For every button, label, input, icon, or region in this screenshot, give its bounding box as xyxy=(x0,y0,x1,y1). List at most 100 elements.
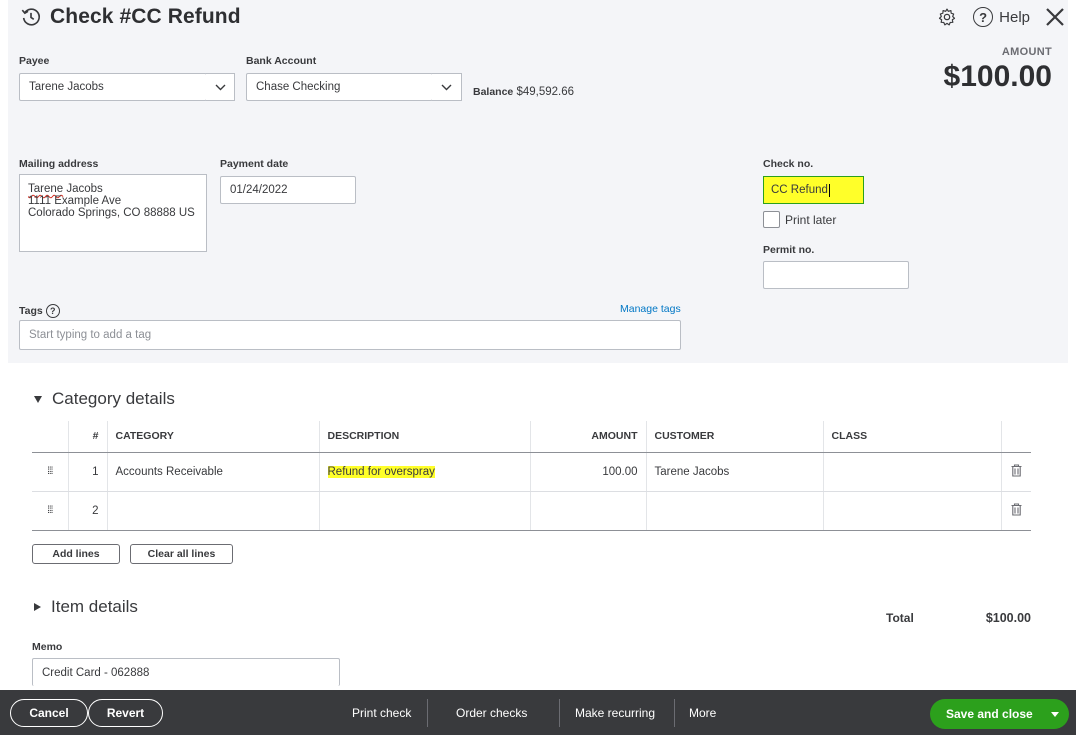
row-customer[interactable] xyxy=(646,491,824,531)
permit-no-label: Permit no. xyxy=(763,244,815,256)
permit-no-input[interactable] xyxy=(763,261,909,289)
col-category: CATEGORY xyxy=(107,421,320,453)
top-toolbar: ? Help xyxy=(937,4,1066,30)
row-amount[interactable]: 100.00 xyxy=(530,452,647,492)
address-line3: Colorado Springs, CO 88888 US xyxy=(28,207,195,219)
row-description-cell[interactable]: Refund for overspray xyxy=(319,452,531,492)
bank-account-label: Bank Account xyxy=(246,55,317,67)
add-lines-button[interactable]: Add lines xyxy=(32,544,120,564)
revert-button[interactable]: Revert xyxy=(88,699,163,727)
footer-bar: Cancel Revert Print check Order checks M… xyxy=(0,690,1076,735)
table-header-row: # CATEGORY DESCRIPTION AMOUNT CUSTOMER C… xyxy=(32,421,1031,453)
total-label: Total xyxy=(886,611,914,625)
memo-label: Memo xyxy=(32,641,63,653)
manage-tags-link[interactable]: Manage tags xyxy=(620,303,681,315)
row-number: 1 xyxy=(68,452,108,492)
drag-handle-icon[interactable]: ⁞⁞⁞ xyxy=(32,491,69,531)
total-value: $100.00 xyxy=(985,611,1031,625)
chevron-down-icon xyxy=(215,84,225,90)
delete-row-button[interactable] xyxy=(1001,452,1031,492)
col-description: DESCRIPTION xyxy=(319,421,531,453)
table-row[interactable]: ⁞⁞⁞ 2 xyxy=(32,491,1031,531)
help-label: Help xyxy=(999,8,1030,26)
mailing-address-label: Mailing address xyxy=(19,158,99,170)
payment-date-input[interactable]: 01/24/2022 xyxy=(220,176,356,204)
trash-icon xyxy=(1011,502,1022,516)
gear-icon[interactable] xyxy=(937,7,957,27)
category-table: # CATEGORY DESCRIPTION AMOUNT CUSTOMER C… xyxy=(32,421,1031,531)
table-row[interactable]: ⁞⁞⁞ 1 Accounts Receivable Refund for ove… xyxy=(32,452,1031,492)
chevron-down-icon[interactable] xyxy=(1051,711,1059,717)
delete-row-button[interactable] xyxy=(1001,491,1031,531)
make-recurring-link[interactable]: Make recurring xyxy=(575,690,655,735)
history-icon[interactable] xyxy=(20,6,42,28)
more-link[interactable]: More xyxy=(689,690,716,735)
col-customer: CUSTOMER xyxy=(646,421,824,453)
text-caret xyxy=(828,183,830,197)
help-icon: ? xyxy=(973,7,994,27)
bank-balance: Balance $49,592.66 xyxy=(473,86,574,98)
tags-label-row: Tags? xyxy=(19,304,60,318)
address-line2: 1111 Example Ave xyxy=(28,195,122,207)
print-later-checkbox[interactable] xyxy=(763,211,780,228)
close-icon[interactable] xyxy=(1044,6,1066,28)
row-class[interactable] xyxy=(823,452,1002,492)
row-class[interactable] xyxy=(823,491,1002,531)
payment-date-label: Payment date xyxy=(220,158,289,170)
balance-value: $49,592.66 xyxy=(516,86,575,98)
triangle-down-icon xyxy=(34,395,42,403)
payee-input[interactable]: Tarene Jacobs xyxy=(19,73,207,101)
footer-divider xyxy=(559,699,560,727)
amount-value: $100.00 xyxy=(943,60,1052,93)
row-description: Refund for overspray xyxy=(327,465,435,478)
item-details-title: Item details xyxy=(51,597,138,616)
clear-all-lines-button[interactable]: Clear all lines xyxy=(130,544,233,564)
tags-label: Tags xyxy=(19,304,43,317)
row-description[interactable] xyxy=(319,491,531,531)
payee-dropdown-button[interactable] xyxy=(206,73,235,101)
payee-label: Payee xyxy=(19,55,50,67)
bank-account-dropdown-button[interactable] xyxy=(432,73,462,101)
help-icon[interactable]: ? xyxy=(45,304,60,318)
bank-account-input[interactable]: Chase Checking xyxy=(246,73,433,101)
check-no-input[interactable]: CC Refund xyxy=(763,176,864,204)
col-class: CLASS xyxy=(823,421,1002,453)
help-button[interactable]: ? Help xyxy=(973,7,1030,27)
row-category[interactable]: Accounts Receivable xyxy=(107,452,320,492)
print-later-row[interactable]: Print later xyxy=(763,211,836,228)
save-and-close-label: Save and close xyxy=(946,707,1033,721)
cancel-button[interactable]: Cancel xyxy=(10,699,88,727)
chevron-down-icon xyxy=(441,84,452,90)
col-amount: AMOUNT xyxy=(530,421,647,453)
row-amount[interactable] xyxy=(530,491,647,531)
page-title: Check #CC Refund xyxy=(50,5,241,28)
title-row: Check #CC Refund xyxy=(20,2,241,32)
address-name-first: Tarene xyxy=(28,183,64,195)
save-and-close-button[interactable]: Save and close xyxy=(930,699,1069,729)
footer-divider xyxy=(427,699,428,727)
balance-label: Balance xyxy=(473,86,514,98)
item-details-toggle[interactable]: Item details xyxy=(34,597,138,617)
col-number: # xyxy=(68,421,108,453)
row-category[interactable] xyxy=(107,491,320,531)
row-number: 2 xyxy=(68,491,108,531)
check-no-value: CC Refund xyxy=(771,184,828,196)
category-details-title: Category details xyxy=(52,389,175,408)
print-check-link[interactable]: Print check xyxy=(352,690,411,735)
footer-divider xyxy=(674,699,675,727)
col-drag xyxy=(32,421,69,453)
memo-input[interactable]: Credit Card - 062888 xyxy=(32,658,340,686)
check-no-label: Check no. xyxy=(763,158,814,170)
col-actions xyxy=(1001,421,1031,453)
amount-label: AMOUNT xyxy=(1001,46,1052,58)
tags-input[interactable]: Start typing to add a tag xyxy=(19,320,681,350)
mailing-address-field[interactable]: Tarene Jacobs 1111 Example Ave Colorado … xyxy=(19,174,207,252)
triangle-right-icon xyxy=(34,603,41,611)
trash-icon xyxy=(1011,463,1022,477)
address-name-rest: Jacobs xyxy=(63,183,103,195)
order-checks-link[interactable]: Order checks xyxy=(456,690,527,735)
print-later-label: Print later xyxy=(785,212,837,227)
category-details-toggle[interactable]: Category details xyxy=(34,389,175,409)
drag-handle-icon[interactable]: ⁞⁞⁞ xyxy=(32,452,69,492)
row-customer[interactable]: Tarene Jacobs xyxy=(646,452,824,492)
